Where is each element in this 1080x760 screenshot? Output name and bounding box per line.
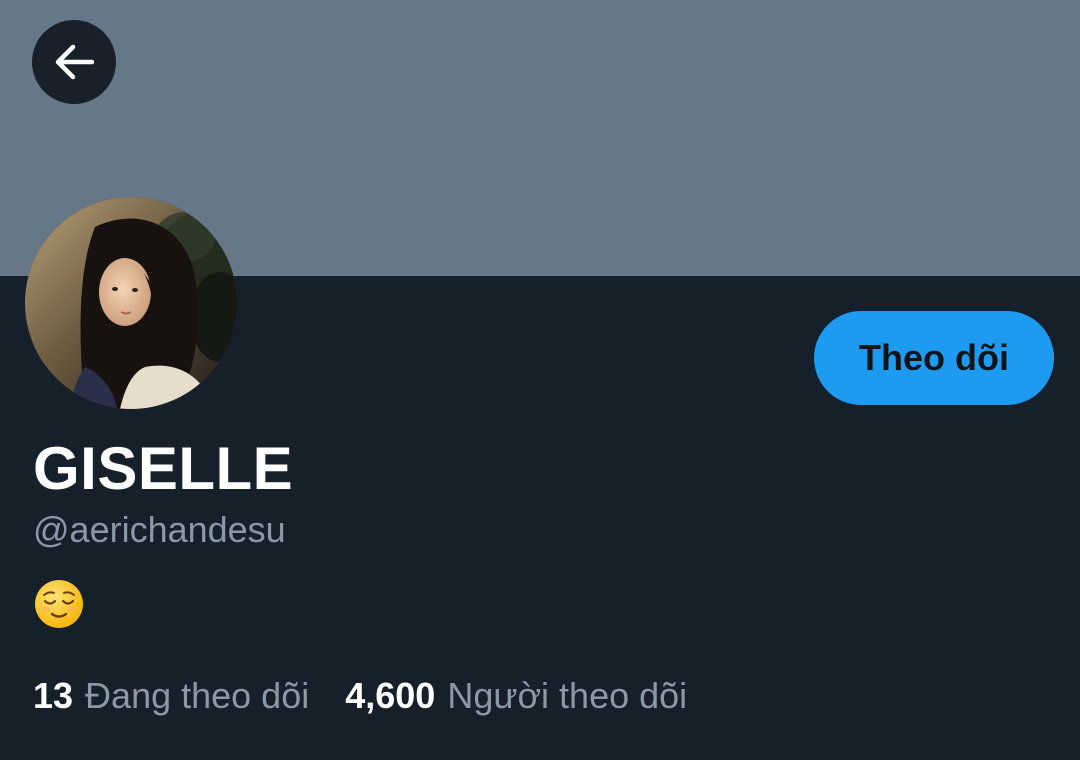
profile-stats: 13 Đang theo dõi 4,600 Người theo dõi (33, 674, 687, 718)
follow-button-label: Theo dõi (859, 337, 1009, 378)
relieved-face-icon (35, 580, 83, 628)
following-count: 13 (33, 675, 74, 716)
back-button[interactable] (32, 20, 116, 104)
avatar-photo (25, 197, 237, 409)
following-label: Đang theo dõi (85, 675, 310, 716)
display-name: GISELLE (33, 435, 294, 502)
follow-button[interactable]: Theo dõi (814, 311, 1054, 405)
profile-page: Theo dõi GISELLE @aerichandesu 13 Đang t… (0, 0, 1080, 760)
followers-count: 4,600 (345, 675, 436, 716)
followers-label: Người theo dõi (447, 675, 688, 716)
arrow-left-icon (55, 44, 95, 80)
bio-emoji (33, 578, 85, 630)
user-handle: @aerichandesu (33, 509, 286, 550)
following-stat[interactable]: 13 Đang theo dõi (33, 674, 309, 718)
followers-stat[interactable]: 4,600 Người theo dõi (345, 674, 687, 718)
avatar[interactable] (25, 197, 237, 409)
